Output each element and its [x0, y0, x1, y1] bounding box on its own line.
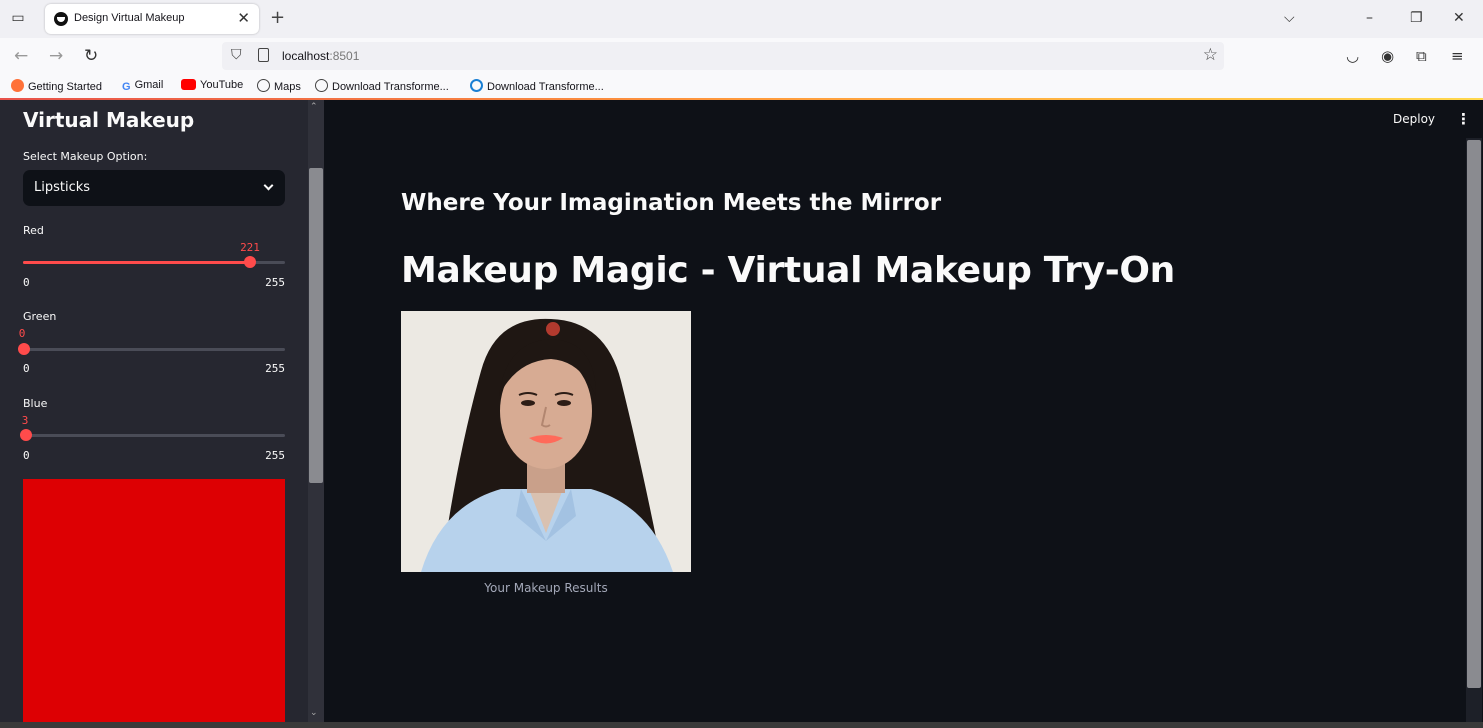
select-value: Lipsticks	[34, 180, 91, 195]
close-icon[interactable]: ✕	[237, 9, 250, 27]
globe-icon	[315, 79, 328, 92]
reload-icon[interactable]: ↻	[84, 46, 98, 66]
color-preview-swatch	[23, 479, 285, 728]
firefox-icon	[11, 79, 24, 92]
kebab-icon[interactable]: ⋮	[1456, 110, 1471, 128]
green-slider-thumb[interactable]	[18, 343, 30, 355]
bookmark-download-2[interactable]: Download Transforme...	[470, 79, 604, 93]
sidebar-title: Virtual Makeup	[23, 108, 195, 132]
youtube-icon	[181, 79, 196, 90]
loader-icon	[470, 79, 483, 92]
minimize-icon[interactable]: –	[1366, 9, 1373, 27]
window-close-icon[interactable]: ✕	[1453, 9, 1465, 27]
blue-slider-max: 255	[265, 449, 285, 462]
url-text[interactable]: localhost:8501	[282, 49, 359, 63]
tab-title: Design Virtual Makeup	[74, 12, 185, 24]
deploy-button[interactable]: Deploy	[1393, 112, 1435, 126]
makeup-option-select[interactable]: Lipsticks	[23, 170, 285, 206]
shield-icon[interactable]: ⛉	[231, 47, 242, 63]
green-slider[interactable]	[18, 343, 285, 355]
blue-slider-thumb[interactable]	[20, 429, 32, 441]
red-slider-min: 0	[23, 276, 30, 289]
blue-slider-min: 0	[23, 449, 30, 462]
page-icon	[258, 48, 269, 62]
restore-icon[interactable]: ❐	[1410, 9, 1423, 27]
new-tab-button[interactable]: +	[270, 8, 285, 28]
green-slider-min: 0	[23, 362, 30, 375]
google-icon: G	[122, 81, 131, 93]
scroll-up-icon[interactable]: ⌃	[310, 102, 318, 112]
tab-list-icon[interactable]: ▭	[8, 9, 28, 27]
red-slider[interactable]	[23, 256, 285, 268]
bookmarks-bar: Getting Started G Gmail YouTube Maps Down…	[0, 74, 1483, 98]
page-subheader: Where Your Imagination Meets the Mirror	[401, 190, 942, 216]
star-icon[interactable]: ☆	[1203, 45, 1218, 65]
bookmark-maps[interactable]: Maps	[257, 79, 301, 93]
green-slider-value: 0	[18, 327, 26, 340]
extensions-icon[interactable]: ⧉	[1416, 46, 1427, 66]
bookmark-getting-started[interactable]: Getting Started	[11, 79, 102, 93]
makeup-result-image	[401, 311, 691, 572]
url-bar[interactable]: ⛉ localhost:8501 ☆	[222, 42, 1224, 70]
red-slider-label: Red	[23, 224, 44, 237]
red-slider-value: 221	[240, 241, 260, 254]
browser-tab[interactable]: Design Virtual Makeup ✕	[45, 4, 259, 34]
sidebar-scrollbar-thumb[interactable]	[309, 168, 323, 483]
bookmark-youtube[interactable]: YouTube	[181, 79, 243, 91]
page-title: Makeup Magic - Virtual Makeup Try-On	[401, 250, 1175, 291]
scroll-down-icon[interactable]: ⌄	[310, 708, 318, 718]
green-slider-max: 255	[265, 362, 285, 375]
menu-icon[interactable]: ≡	[1451, 46, 1464, 66]
bookmark-download-1[interactable]: Download Transforme...	[315, 79, 449, 93]
bookmark-gmail[interactable]: G Gmail	[122, 79, 163, 94]
main-scrollbar-thumb[interactable]	[1467, 140, 1481, 688]
red-slider-max: 255	[265, 276, 285, 289]
red-slider-thumb[interactable]	[244, 256, 256, 268]
image-caption: Your Makeup Results	[484, 581, 608, 595]
green-slider-label: Green	[23, 310, 57, 323]
main-content: Deploy ⋮ Where Your Imagination Meets th…	[324, 100, 1483, 722]
blue-slider-value: 3	[21, 414, 29, 427]
pocket-icon[interactable]: ◡	[1346, 46, 1359, 66]
navigation-bar: ← → ↻ ⛉ localhost:8501 ☆ ◡ ◉ ⧉ ≡	[0, 38, 1483, 74]
tab-bar: ▭ Design Virtual Makeup ✕ + ⌵ – ❐ ✕	[0, 0, 1483, 38]
tab-overflow-chevron-icon[interactable]: ⌵	[1284, 9, 1295, 27]
chevron-down-icon	[263, 180, 274, 191]
forward-icon[interactable]: →	[49, 46, 63, 66]
globe-icon	[257, 79, 270, 92]
horizontal-scrollbar[interactable]	[0, 722, 1483, 728]
back-icon[interactable]: ←	[14, 46, 28, 66]
streamlit-favicon-icon	[54, 12, 68, 26]
account-icon[interactable]: ◉	[1381, 46, 1394, 66]
red-slider-fill	[23, 261, 250, 264]
blue-slider[interactable]	[20, 429, 285, 441]
blue-slider-label: Blue	[23, 397, 48, 410]
select-label: Select Makeup Option:	[23, 150, 148, 163]
sidebar: Virtual Makeup Select Makeup Option: Lip…	[0, 100, 324, 728]
